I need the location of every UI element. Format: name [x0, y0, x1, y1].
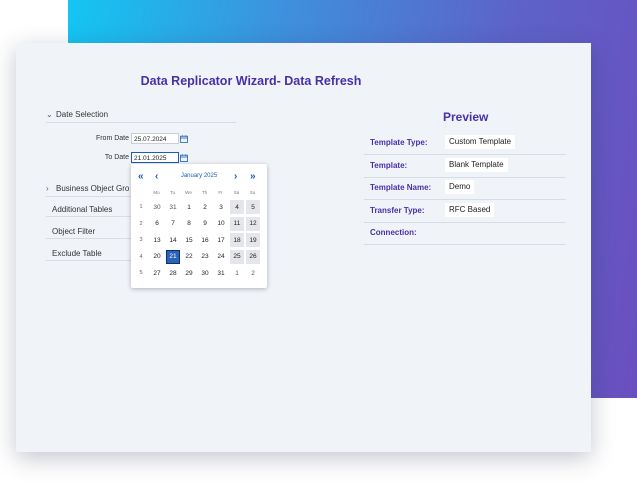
preview-value: Demo: [445, 180, 475, 194]
chevron-right-icon[interactable]: ›: [234, 171, 237, 182]
weekday-header: Fr: [218, 190, 223, 195]
preview-value: Blank Template: [445, 157, 508, 172]
calendar-day[interactable]: 26: [246, 249, 260, 264]
calendar-day[interactable]: 30: [150, 200, 164, 214]
calendar-day[interactable]: 13: [150, 233, 164, 247]
preview-row: Transfer Type: RFC Based: [364, 200, 566, 223]
preview-row: Template Type: Custom Template: [364, 132, 566, 155]
date-picker-popup: « ‹ January 2025 › » Mo Tu We Th Fr Sa Su 1 30 31…: [131, 164, 267, 288]
calendar-day[interactable]: 21: [166, 249, 180, 264]
calendar-day[interactable]: 30: [198, 266, 212, 280]
preview-row: Template Name: Demo: [364, 177, 566, 200]
calendar-day[interactable]: 23: [198, 250, 212, 264]
calendar-day[interactable]: 3: [214, 200, 228, 214]
calendar-day[interactable]: 18: [230, 233, 244, 247]
calendar-day[interactable]: 2: [198, 200, 212, 214]
week-number: 1: [139, 204, 143, 210]
week-number: 4: [139, 253, 143, 260]
chevron-down-icon: ⌄: [46, 109, 53, 119]
from-date-label: From Date: [95, 135, 129, 142]
weekday-header: Mo: [153, 190, 160, 195]
wizard-window: Data Replicator Wizard- Data Refresh ⌄ D…: [16, 43, 591, 452]
week-number: 3: [139, 237, 143, 243]
calendar-day[interactable]: 12: [246, 216, 260, 231]
calendar-day[interactable]: 25: [230, 249, 244, 264]
calendar-day[interactable]: 29: [182, 266, 196, 280]
calendar-day[interactable]: 1: [182, 200, 196, 214]
chevron-right-icon: ›: [46, 183, 49, 193]
date-selection-header[interactable]: ⌄ Date Selection: [46, 106, 236, 123]
preview-value: RFC Based: [445, 202, 495, 217]
calendar-day[interactable]: 22: [182, 250, 196, 264]
week-number: 5: [139, 270, 143, 276]
to-date-input[interactable]: 21.01.2025: [131, 152, 179, 163]
wizard-title: Data Replicator Wizard- Data Refresh: [140, 74, 362, 88]
preview-label: Template Name:: [370, 183, 432, 192]
weekday-header: Sa: [233, 190, 240, 195]
preview-label: Transfer Type:: [370, 205, 425, 215]
weekday-header: Th: [201, 190, 208, 195]
calendar-day[interactable]: 14: [166, 233, 180, 247]
business-object-group-label: Business Object Gro: [56, 183, 130, 193]
calendar-day[interactable]: 28: [166, 266, 180, 280]
preview-row: Template: Blank Template: [364, 155, 566, 178]
calendar-day[interactable]: 19: [246, 233, 260, 247]
calendar-day[interactable]: 1: [230, 266, 244, 280]
calendar-day[interactable]: 17: [214, 233, 228, 247]
calendar-day[interactable]: 6: [150, 217, 164, 231]
calendar-day[interactable]: 5: [246, 200, 260, 214]
preview-label: Template:: [370, 160, 408, 170]
date-selection-label: Date Selection: [56, 109, 109, 119]
calendar-day[interactable]: 11: [230, 216, 244, 231]
preview-value: Custom Template: [445, 135, 516, 149]
calendar-day[interactable]: 16: [198, 233, 212, 247]
weekday-header: We: [185, 190, 192, 195]
preview-row: Connection:: [364, 222, 566, 245]
calendar-day[interactable]: 27: [150, 266, 164, 280]
calendar-day[interactable]: 24: [214, 250, 228, 264]
preview-title: Preview: [443, 110, 489, 124]
calendar-day[interactable]: 7: [166, 217, 180, 231]
weekday-header: Tu: [169, 190, 176, 195]
calendar-month-label[interactable]: January 2025: [131, 173, 267, 179]
to-date-label: To Date: [104, 154, 129, 161]
calendar-day[interactable]: 20: [150, 250, 164, 264]
calendar-icon[interactable]: [179, 134, 189, 144]
preview-label: Connection:: [370, 228, 417, 237]
calendar-day[interactable]: 4: [230, 200, 244, 214]
calendar-day[interactable]: 2: [246, 266, 260, 280]
preview-label: Template Type:: [370, 138, 428, 147]
weekday-header: Su: [249, 190, 256, 195]
calendar-day[interactable]: 10: [214, 217, 228, 231]
calendar-day[interactable]: 15: [182, 233, 196, 247]
double-chevron-right-icon[interactable]: »: [250, 171, 256, 182]
calendar-day[interactable]: 9: [198, 217, 212, 231]
week-number: 2: [139, 220, 143, 227]
calendar-day[interactable]: 31: [166, 200, 180, 214]
calendar-day[interactable]: 31: [214, 266, 228, 280]
from-date-input[interactable]: 25.07.2024: [131, 133, 179, 144]
calendar-icon[interactable]: [179, 153, 189, 163]
calendar-day[interactable]: 8: [182, 217, 196, 231]
